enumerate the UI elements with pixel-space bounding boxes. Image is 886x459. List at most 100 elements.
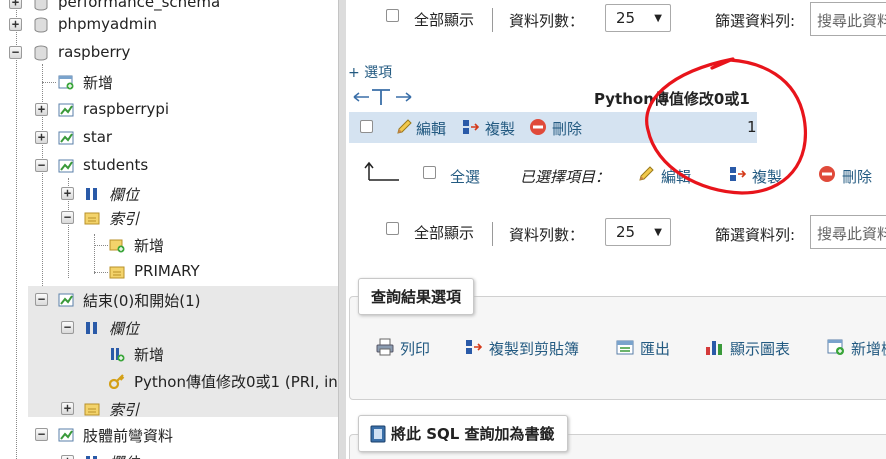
index-icon xyxy=(109,266,125,279)
rows-select-value: 25 xyxy=(616,9,636,27)
pencil-icon[interactable] xyxy=(637,165,655,183)
row-edit-link[interactable]: 編輯 xyxy=(416,118,446,139)
collapse-icon[interactable]: − xyxy=(35,293,48,306)
check-all-link[interactable]: 全選 xyxy=(450,166,480,187)
table-icon xyxy=(58,159,74,173)
print-link[interactable]: 列印 xyxy=(400,338,430,359)
collapse-icon[interactable]: − xyxy=(35,428,48,441)
copy-to-clipboard-link[interactable]: 複製到剪貼簿 xyxy=(489,338,579,359)
collapse-icon[interactable]: − xyxy=(35,159,48,172)
create-view-link[interactable]: 新增檢 xyxy=(851,338,886,359)
copy-icon[interactable] xyxy=(462,118,480,136)
row-delete-link[interactable]: 刪除 xyxy=(552,118,582,139)
show-all-label-top: 全部顯示 xyxy=(414,11,475,29)
delete-icon[interactable] xyxy=(818,165,836,183)
nav-item-new-index[interactable]: 新增 xyxy=(0,231,338,259)
database-icon xyxy=(34,0,48,11)
show-all-checkbox-bottom[interactable] xyxy=(386,222,399,235)
expand-icon[interactable]: + xyxy=(61,455,74,459)
nav-item-raspberry[interactable]: − raspberry xyxy=(0,39,338,67)
nav-item-columns-partial[interactable]: + 欄位 xyxy=(0,448,338,459)
table-row: 編輯 複製 刪除 1 xyxy=(349,112,757,143)
filter-label-bottom: 篩選資料列: xyxy=(715,226,796,244)
display-chart-link[interactable]: 顯示圖表 xyxy=(730,338,790,359)
nav-item-students[interactable]: − students xyxy=(0,152,338,180)
columns-icon xyxy=(86,456,97,459)
columns-icon xyxy=(86,322,97,334)
table-icon xyxy=(58,103,74,117)
rows-select-top[interactable]: 25 ▼ xyxy=(605,4,671,32)
collapse-icon[interactable]: − xyxy=(61,321,74,334)
nav-item-primary-index[interactable]: PRIMARY xyxy=(0,258,338,286)
delete-icon[interactable] xyxy=(529,118,547,136)
create-view-icon[interactable] xyxy=(827,338,845,356)
rows-select-bottom[interactable]: 25 ▼ xyxy=(605,218,671,246)
nav-item-body-bend-table[interactable]: − 肢體前彎資料 xyxy=(0,421,338,449)
dropdown-arrow-icon: ▼ xyxy=(654,227,662,238)
main-content: 全部顯示 資料列數： 25 ▼ 篩選資料列: 搜尋此資料 + 選項 Python… xyxy=(346,0,886,459)
row-copy-link[interactable]: 複製 xyxy=(485,118,515,139)
separator xyxy=(492,222,493,246)
table-icon xyxy=(58,293,74,307)
new-index-icon xyxy=(109,239,125,253)
nav-item-indexes[interactable]: − 索引 xyxy=(0,204,338,232)
select-arrow-icon xyxy=(364,161,399,181)
dropdown-arrow-icon: ▼ xyxy=(654,13,662,24)
expand-icon[interactable]: + xyxy=(9,0,22,9)
collapse-icon[interactable]: − xyxy=(61,211,74,224)
new-column-icon xyxy=(111,348,125,362)
copy-icon[interactable] xyxy=(465,338,483,356)
copy-icon[interactable] xyxy=(729,165,747,183)
row-checkbox[interactable] xyxy=(360,120,373,133)
bulk-edit-link[interactable]: 編輯 xyxy=(661,166,691,187)
filter-search-input-bottom[interactable]: 搜尋此資料 xyxy=(810,215,886,249)
filter-label-top: 篩選資料列: xyxy=(715,12,796,30)
print-icon[interactable] xyxy=(376,338,394,356)
database-icon xyxy=(34,17,48,33)
column-header-python[interactable]: Python傳值修改0或1 xyxy=(594,88,750,109)
chart-icon[interactable] xyxy=(705,338,723,356)
columns-icon xyxy=(86,188,97,200)
nav-item-raspberrypi[interactable]: + raspberrypi xyxy=(0,96,338,124)
expand-icon[interactable]: + xyxy=(35,131,48,144)
export-icon[interactable] xyxy=(616,338,634,356)
expand-icon[interactable]: + xyxy=(9,18,22,31)
query-results-legend: 查詢結果選項 xyxy=(358,278,475,315)
rows-label-bottom: 資料列數： xyxy=(509,226,585,244)
nav-item-start-stop-table[interactable]: − 結束(0)和開始(1) xyxy=(28,286,338,314)
nav-item-indexes-selected[interactable]: + 索引 xyxy=(28,395,338,419)
show-all-checkbox-top[interactable] xyxy=(386,9,399,22)
key-icon xyxy=(109,374,125,389)
bookmark-legend[interactable]: 將此 SQL 查詢加為書籤 xyxy=(358,415,568,452)
rows-select-value: 25 xyxy=(616,223,636,241)
bookmark-icon xyxy=(370,425,386,443)
show-all-label-bottom: 全部顯示 xyxy=(414,224,475,242)
filter-search-input-top[interactable]: 搜尋此資料 xyxy=(810,2,886,36)
expand-icon[interactable]: + xyxy=(61,187,74,200)
options-link[interactable]: + 選項 xyxy=(348,62,392,82)
rows-label-top: 資料列數： xyxy=(509,12,585,30)
table-icon xyxy=(58,428,74,442)
table-icon xyxy=(58,131,74,145)
export-link[interactable]: 匯出 xyxy=(640,338,670,359)
database-icon xyxy=(34,45,48,61)
nav-item-new-column[interactable]: 新增 xyxy=(28,340,338,368)
check-all-checkbox[interactable] xyxy=(423,166,436,179)
nav-resize-handle[interactable] xyxy=(338,0,346,459)
column-order-arrows-icon[interactable] xyxy=(352,88,414,106)
navigation-tree: + performance_schema + phpmyadmin − rasp… xyxy=(0,0,338,459)
new-table-icon xyxy=(58,75,74,90)
nav-item-phpmyadmin[interactable]: + phpmyadmin xyxy=(0,11,338,39)
nav-item-star[interactable]: + star xyxy=(0,124,338,152)
bulk-delete-link[interactable]: 刪除 xyxy=(842,166,872,187)
bulk-copy-link[interactable]: 複製 xyxy=(752,166,782,187)
pencil-icon[interactable] xyxy=(395,118,413,136)
row-value-cell[interactable]: 1 xyxy=(747,118,757,136)
collapse-icon[interactable]: − xyxy=(9,46,22,59)
expand-icon[interactable]: + xyxy=(35,103,48,116)
expand-icon[interactable]: + xyxy=(61,402,74,415)
nav-item-new-table[interactable]: 新增 xyxy=(0,68,338,96)
nav-item-python-column[interactable]: Python傳值修改0或1 (PRI, in xyxy=(28,367,338,395)
nav-item-columns-selected[interactable]: − 欄位 xyxy=(28,314,338,342)
index-icon xyxy=(84,403,100,416)
